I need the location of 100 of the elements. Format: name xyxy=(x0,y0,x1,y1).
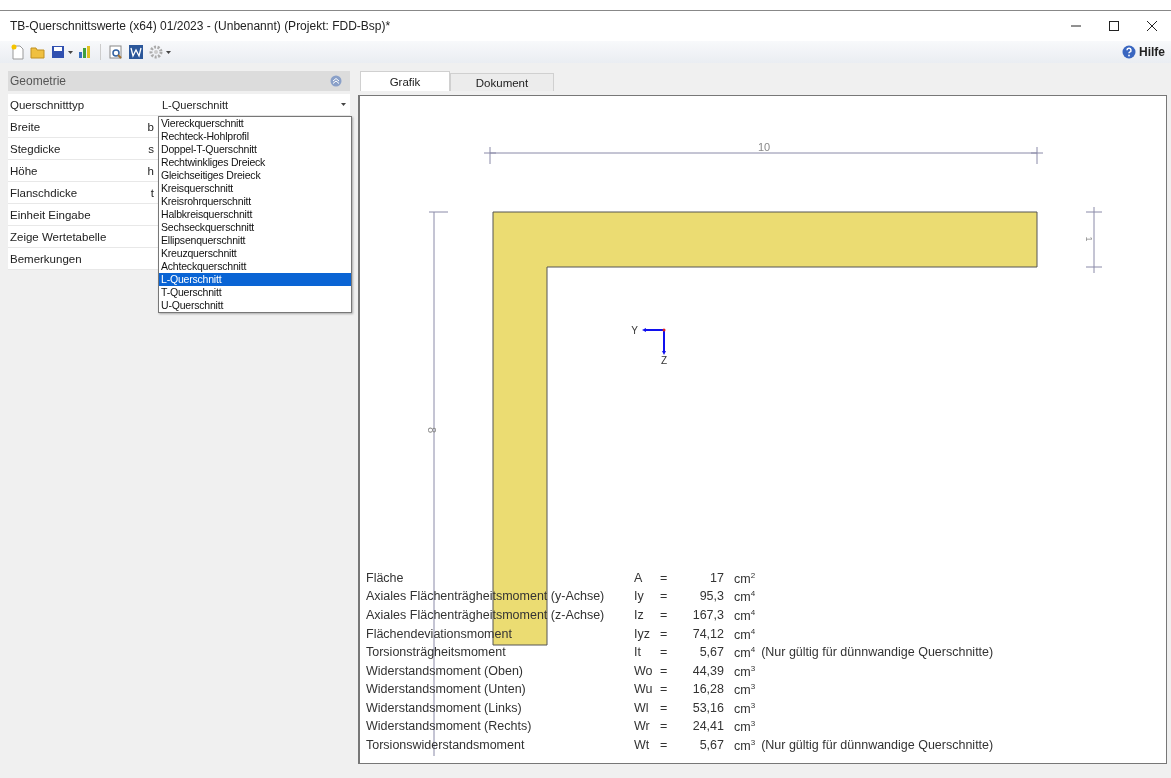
result-symbol: A xyxy=(634,570,644,587)
result-unit: cm$^{3}$ xyxy=(733,663,756,679)
axis-label: Z xyxy=(660,355,668,366)
result-symbol: Wl xyxy=(634,700,650,716)
result-value: 74,12 xyxy=(691,626,724,642)
result-value: 53,16 xyxy=(691,700,724,716)
tab[interactable]: Grafik xyxy=(360,71,450,91)
bar-chart-icon xyxy=(77,44,93,60)
result-symbol: It xyxy=(634,645,642,661)
property-symbol: b xyxy=(147,120,154,133)
dropdown-option[interactable]: Achteckquerschnitt xyxy=(159,260,351,273)
dropdown-option[interactable]: U-Querschnitt xyxy=(159,299,351,312)
result-symbol: Wu xyxy=(634,682,654,698)
word-export-button[interactable] xyxy=(128,43,144,61)
result-name: Widerstandsmoment (Links) xyxy=(366,700,523,716)
dropdown-option[interactable]: Sechseckquerschnitt xyxy=(159,221,351,234)
property-label: Breite xyxy=(9,120,41,133)
section-type-dropdown[interactable]: L-Querschnitt xyxy=(158,94,350,115)
result-symbol: Iz xyxy=(634,608,645,624)
property-symbol: s xyxy=(148,142,154,155)
dropdown-option[interactable]: Halbkreisquerschnitt xyxy=(159,208,351,221)
equals-sign: = xyxy=(660,608,669,624)
result-symbol: Wt xyxy=(634,737,651,753)
result-value: 44,39 xyxy=(691,663,724,679)
result-value: 24,41 xyxy=(691,719,724,735)
print-preview-button[interactable] xyxy=(108,43,124,61)
dropdown-option[interactable]: Gleichseitiges Dreieck xyxy=(159,169,351,182)
caret-icon xyxy=(341,103,346,106)
dimension-label: 10 xyxy=(757,141,771,153)
property-label: Höhe xyxy=(9,164,38,177)
result-symbol: Wo xyxy=(634,663,654,679)
result-note: (Nur gültig für dünnwandige Querschnitte) xyxy=(760,645,994,661)
property-label: Querschnitttyp xyxy=(9,98,85,111)
result-symbol: Iyz xyxy=(634,626,651,642)
caret-icon xyxy=(68,50,73,54)
equals-sign: = xyxy=(660,682,669,698)
property-label: Stegdicke xyxy=(9,142,61,155)
dropdown-option[interactable]: Doppel-T-Querschnitt xyxy=(159,143,351,156)
result-value: 17 xyxy=(709,570,724,587)
result-value: 95,3 xyxy=(698,589,724,605)
equals-sign: = xyxy=(660,719,669,735)
dropdown-option[interactable]: L-Querschnitt xyxy=(159,273,351,286)
equals-sign: = xyxy=(660,589,669,605)
dimension-label: 1 xyxy=(1084,236,1094,242)
property-symbol: h xyxy=(147,164,154,177)
result-unit: cm$^{2}$ xyxy=(733,570,756,587)
equals-sign: = xyxy=(660,700,669,716)
result-value: 5,67 xyxy=(698,737,724,753)
collapse-icon xyxy=(330,75,342,87)
equals-sign: = xyxy=(660,626,669,642)
property-label: Flanschdicke xyxy=(9,186,78,199)
thickness-dimension-line xyxy=(1085,206,1103,274)
property-label: Bemerkungen xyxy=(9,252,82,265)
dropdown-option[interactable]: Kreisrohrquerschnitt xyxy=(159,195,351,208)
result-unit: cm$^{3}$ xyxy=(733,719,756,735)
equals-sign: = xyxy=(660,570,669,587)
dropdown-option[interactable]: Viereckquerschnitt xyxy=(159,117,351,130)
result-unit: cm$^{4}$ xyxy=(733,626,756,642)
result-unit: cm$^{4}$ xyxy=(733,645,756,661)
result-name: Torsionswiderstandsmoment xyxy=(366,737,526,753)
axis-arrows-icon xyxy=(642,328,666,355)
chart-button[interactable] xyxy=(77,43,93,61)
dropdown-option[interactable]: Rechtwinkliges Dreieck xyxy=(159,156,351,169)
magnifier-page-icon xyxy=(108,44,124,60)
folder-icon xyxy=(30,44,46,60)
panel-title: Geometrie xyxy=(10,74,67,88)
result-value: 5,67 xyxy=(698,645,724,661)
property-symbol: t xyxy=(150,186,154,199)
result-symbol: Wr xyxy=(634,719,651,735)
dropdown-option[interactable]: Rechteck-Hohlprofil xyxy=(159,130,351,143)
result-unit: cm$^{4}$ xyxy=(733,589,756,605)
result-note: (Nur gültig für dünnwandige Querschnitte) xyxy=(760,737,994,753)
dropdown-option[interactable]: Kreuzquerschnitt xyxy=(159,247,351,260)
equals-sign: = xyxy=(660,645,669,661)
close-icon xyxy=(1147,21,1157,31)
result-name: Widerstandsmoment (Rechts) xyxy=(366,719,533,735)
tab[interactable]: Dokument xyxy=(450,73,554,91)
result-value: 16,28 xyxy=(691,682,724,698)
result-symbol: Iy xyxy=(634,589,645,605)
property-label: Einheit Eingabe xyxy=(9,208,91,221)
result-value: 167,3 xyxy=(691,608,724,624)
dropdown-option[interactable]: Ellipsenquerschnitt xyxy=(159,234,351,247)
dimension-label: 8 xyxy=(426,426,438,434)
gear-icon xyxy=(148,44,164,60)
equals-sign: = xyxy=(660,663,669,679)
new-file-icon xyxy=(10,44,26,60)
save-button[interactable] xyxy=(50,43,73,61)
caret-icon xyxy=(166,50,171,54)
document-w-icon xyxy=(128,44,144,60)
result-unit: cm$^{3}$ xyxy=(733,737,756,753)
dropdown-option[interactable]: Kreisquerschnitt xyxy=(159,182,351,195)
dropdown-option[interactable]: T-Querschnitt xyxy=(159,286,351,299)
result-unit: cm$^{3}$ xyxy=(733,682,756,698)
axis-label: Y xyxy=(631,325,638,336)
help-button[interactable]: Hilfe xyxy=(1122,45,1165,59)
result-name: Fläche xyxy=(366,570,405,587)
result-unit: cm$^{4}$ xyxy=(733,608,756,624)
maximize-icon xyxy=(1109,21,1119,31)
property-label: Zeige Wertetabelle xyxy=(9,230,107,243)
result-name: Widerstandsmoment (Oben) xyxy=(366,663,524,679)
